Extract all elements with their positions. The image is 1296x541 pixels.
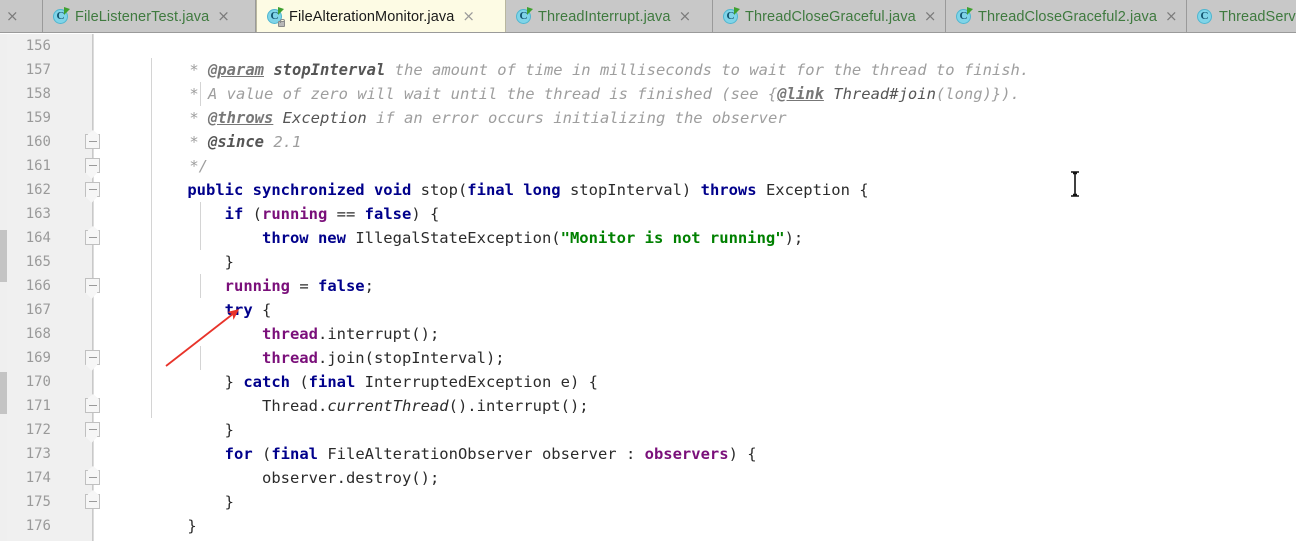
tab-truncated-left[interactable]: × [0,0,43,33]
code-line-166[interactable]: try { [150,274,272,319]
code-fold-toggle[interactable] [85,494,100,509]
tab-thread-close-graceful[interactable]: C ThreadCloseGraceful.java × [713,0,946,33]
code-fold-toggle[interactable] [85,422,100,437]
code-line-173[interactable]: observer.destroy(); [150,442,439,487]
code-line-168[interactable]: thread.join(stopInterval); [150,322,505,367]
code-line-169[interactable]: } catch (final InterruptedException e) { [150,346,598,391]
line-number: 162 [25,182,51,198]
close-icon[interactable]: × [460,9,477,24]
scroll-thumb[interactable] [0,230,7,282]
code-line-174[interactable]: } [150,466,234,511]
close-icon[interactable]: × [1163,9,1180,24]
line-number: 166 [25,278,51,294]
overview-scroll-strip[interactable] [0,34,7,541]
code-line-159[interactable]: * @since 2.1 [152,106,301,151]
line-number: 156 [25,38,51,54]
tab-label: ThreadCloseGraceful2.java [978,8,1158,25]
code-fold-toggle[interactable] [85,278,100,293]
line-number: 172 [25,422,51,438]
java-interface-icon: C [1196,8,1213,25]
code-fold-toggle[interactable] [85,350,100,365]
java-class-icon: C [515,7,533,25]
code-line-157[interactable]: * A value of zero will wait until the th… [152,58,1020,103]
tab-file-listener-test[interactable]: C FileListenerTest.java × [43,0,256,33]
line-number: 159 [25,110,51,126]
code-line-175[interactable]: } [150,490,196,535]
tab-thread-service[interactable]: C ThreadService.java × [1187,0,1296,33]
code-line-172[interactable]: for (final FileAlterationObserver observ… [150,418,757,463]
line-number: 176 [25,518,51,534]
tab-thread-close-graceful2[interactable]: C ThreadCloseGraceful2.java × [946,0,1187,33]
code-fold-toggle[interactable] [85,230,100,245]
line-number: 170 [25,374,51,390]
close-icon[interactable]: × [922,9,939,24]
code-line-160[interactable]: */ [152,130,208,175]
code-fold-toggle[interactable] [85,182,100,197]
code-line-164[interactable]: } [150,226,234,271]
code-line-partial-next[interactable]: /** [160,534,225,541]
line-number-gutter: 156 157 158 159 160 161 162 163 164 165 166 167 168 1… [7,34,94,541]
line-number: 161 [25,158,51,174]
line-number: 171 [25,398,51,414]
line-number: 174 [25,470,51,486]
tab-label: ThreadService.java [1219,8,1296,25]
line-number: 165 [25,254,51,270]
code-editor-surface[interactable]: * @param stopInterval the amount of time… [94,34,1296,541]
code-fold-toggle[interactable] [85,470,100,485]
line-number: 158 [25,86,51,102]
code-line-171[interactable]: } [150,394,234,439]
code-line-170[interactable]: Thread.currentThread().interrupt(); [150,370,589,415]
close-icon[interactable]: × [677,9,694,24]
line-number: 167 [25,302,51,318]
tab-label: ThreadInterrupt.java [538,8,671,25]
tab-label: FileListenerTest.java [75,8,210,25]
line-number: 157 [25,62,51,78]
tab-file-alteration-monitor[interactable]: C FileAlterationMonitor.java × [256,0,506,33]
java-class-icon: C [52,7,70,25]
line-number: 175 [25,494,51,510]
code-line-156[interactable]: * @param stopInterval the amount of time… [152,34,1029,79]
code-line-161[interactable]: public synchronized void stop(final long… [150,154,868,199]
java-class-icon: C [955,7,973,25]
code-fold-toggle[interactable] [85,398,100,413]
line-number: 173 [25,446,51,462]
tabbar-divider [0,32,1296,33]
tab-thread-interrupt[interactable]: C ThreadInterrupt.java × [506,0,713,33]
code-line-162[interactable]: if (running == false) { [150,178,440,223]
code-line-158[interactable]: * @throws Exception if an error occurs i… [152,82,786,127]
line-number: 164 [25,230,51,246]
java-class-locked-icon: C [266,7,285,27]
tab-label: FileAlterationMonitor.java [289,8,455,25]
code-line-167[interactable]: thread.interrupt(); [150,298,439,343]
line-number: 160 [25,134,51,150]
code-fold-toggle[interactable] [85,158,100,173]
code-line-165[interactable]: running = false; [150,250,374,295]
line-number: 169 [25,350,51,366]
code-line-163[interactable]: throw new IllegalStateException("Monitor… [150,202,803,247]
editor-tab-bar[interactable]: × C FileListenerTest.java × C FileAltera… [0,0,1296,33]
close-icon[interactable]: × [4,9,21,24]
line-number: 163 [25,206,51,222]
line-number: 168 [25,326,51,342]
code-fold-toggle[interactable] [85,134,100,149]
java-class-icon: C [722,7,740,25]
close-icon[interactable]: × [215,9,232,24]
scroll-thumb[interactable] [0,372,7,414]
tab-label: ThreadCloseGraceful.java [745,8,916,25]
